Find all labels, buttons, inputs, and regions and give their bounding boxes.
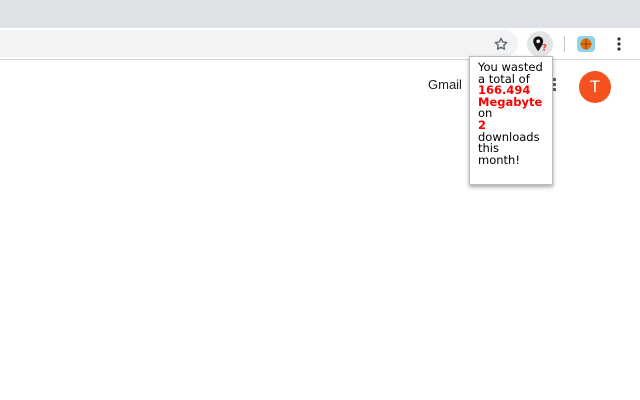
three-dots-vertical-icon <box>617 37 621 51</box>
svg-text:?: ? <box>542 43 547 53</box>
extension-button-2[interactable] <box>575 33 597 55</box>
address-bar[interactable] <box>0 30 518 57</box>
gmail-link[interactable]: Gmail <box>428 77 462 92</box>
popup-on: on <box>478 106 493 121</box>
extension-button[interactable]: ? <box>527 31 553 57</box>
toolbar-separator <box>564 36 565 52</box>
popup-month: month! <box>478 152 520 167</box>
location-pin-question-icon: ? <box>533 36 547 53</box>
browser-title-bar <box>0 0 640 28</box>
account-avatar[interactable]: T <box>579 71 611 103</box>
browser-menu-button[interactable] <box>609 34 629 54</box>
download-stats-popup: You wasted a total of 166.494 Megabyte o… <box>469 56 553 185</box>
basketball-icon <box>577 36 595 52</box>
bookmark-star-icon[interactable] <box>491 34 511 54</box>
